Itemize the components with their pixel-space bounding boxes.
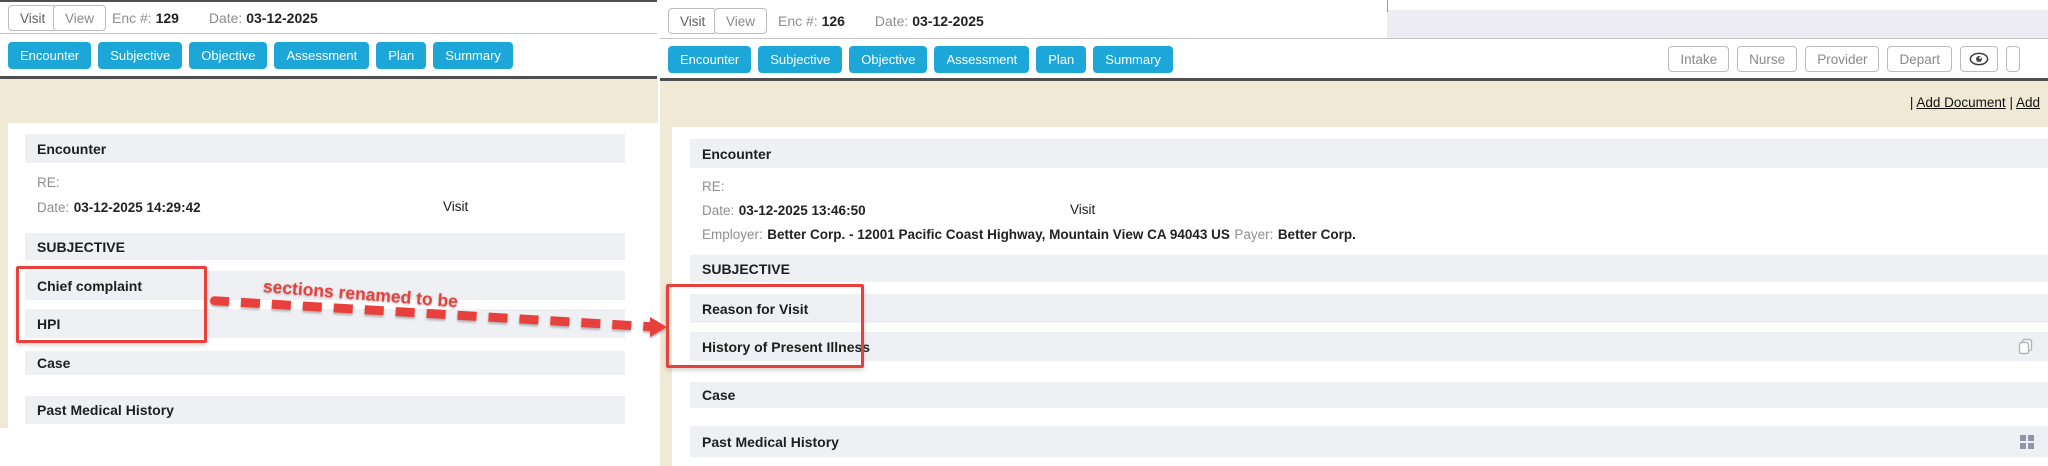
section-pmh[interactable]: Past Medical History [25, 396, 625, 424]
section-case[interactable]: Case [690, 382, 2048, 408]
visit-button[interactable]: Visit [668, 8, 717, 34]
date-row: Date: 03-12-2025 13:46:50 Visit [702, 202, 1902, 220]
section-case[interactable]: Case [25, 351, 625, 375]
beige-strip [0, 79, 658, 123]
toolbar-divider [660, 38, 2048, 39]
tab-objective[interactable]: Objective [189, 42, 267, 69]
tab-summary[interactable]: Summary [1093, 46, 1173, 73]
annotation-arrow-head [650, 317, 667, 337]
tab-plan[interactable]: Plan [1036, 46, 1086, 73]
tab-assessment[interactable]: Assessment [274, 42, 369, 69]
payer-label: Payer: [1234, 227, 1273, 242]
add-link[interactable]: Add [2016, 95, 2040, 110]
enc-date-value: 03-12-2025 [912, 13, 984, 29]
employer-row: Employer: Better Corp. - 12001 Pacific C… [702, 226, 2022, 244]
enc-date-label: Date: [209, 10, 242, 26]
section-encounter[interactable]: Encounter [25, 134, 625, 163]
encounter-meta: Enc #: 129 Date: 03-12-2025 [112, 10, 344, 26]
depart-button[interactable]: Depart [1887, 46, 1952, 72]
provider-button[interactable]: Provider [1805, 46, 1879, 72]
header-gray-block [1387, 10, 2048, 38]
tab-summary[interactable]: Summary [433, 42, 513, 69]
header-divider-vertical [1387, 0, 1388, 12]
payer-value: Better Corp. [1278, 227, 1356, 242]
tab-subjective[interactable]: Subjective [758, 46, 842, 73]
left-top-border [0, 0, 657, 2]
enc-date-value: 03-12-2025 [246, 10, 318, 26]
encounter-meta: Enc #: 126 Date: 03-12-2025 [778, 13, 1010, 29]
visit-button[interactable]: Visit [8, 5, 57, 31]
enc-number-value: 126 [822, 13, 845, 29]
toolbar-divider [0, 33, 657, 34]
section-reason-for-visit[interactable]: Reason for Visit [690, 294, 2048, 323]
workflow-buttons: Intake Nurse Provider Depart [1668, 46, 2020, 72]
date-value: 03-12-2025 14:29:42 [74, 200, 201, 215]
tab-subjective[interactable]: Subjective [98, 42, 182, 69]
section-encounter[interactable]: Encounter [690, 139, 2048, 168]
tab-objective[interactable]: Objective [849, 46, 927, 73]
note-tabs: Encounter Subjective Objective Assessmen… [8, 42, 513, 69]
date-label: Date: [702, 203, 734, 218]
beige-gutter [0, 123, 8, 428]
document-links: | Add Document | Add [1910, 95, 2040, 110]
visit-type: Visit [443, 199, 468, 214]
enc-date-label: Date: [875, 13, 908, 29]
tab-assessment[interactable]: Assessment [934, 46, 1029, 73]
date-value: 03-12-2025 13:46:50 [739, 203, 866, 218]
section-subjective[interactable]: SUBJECTIVE [690, 255, 2048, 282]
preview-eye-button[interactable] [1960, 46, 1998, 72]
section-label: Past Medical History [702, 434, 839, 450]
renamed-sections-highlight-left [16, 266, 207, 343]
view-button[interactable]: View [714, 8, 767, 34]
date-row: Date: 03-12-2025 14:29:42 Visit [37, 199, 617, 217]
re-label: RE: [37, 175, 60, 190]
copy-icon[interactable] [2017, 338, 2034, 355]
eye-icon [1969, 52, 1989, 66]
section-history-of-present-illness[interactable]: History of Present Illness [690, 332, 2048, 361]
note-tabs: Encounter Subjective Objective Assessmen… [668, 46, 1173, 73]
section-pmh[interactable]: Past Medical History [690, 426, 2048, 457]
enc-number-label: Enc #: [112, 10, 152, 26]
view-button[interactable]: View [53, 5, 106, 31]
link-separator: | [1910, 95, 1914, 110]
visit-type: Visit [1070, 202, 1095, 217]
tab-encounter[interactable]: Encounter [668, 46, 751, 73]
tab-plan[interactable]: Plan [376, 42, 426, 69]
grid-drag-handle-icon[interactable] [2020, 435, 2034, 449]
partial-button[interactable] [2006, 46, 2020, 72]
re-label: RE: [702, 179, 725, 194]
employer-label: Employer: [702, 227, 763, 242]
tab-encounter[interactable]: Encounter [8, 42, 91, 69]
left-encounter-panel: Visit View Enc #: 129 Date: 03-12-2025 E… [0, 0, 658, 466]
employer-value: Better Corp. - 12001 Pacific Coast Highw… [767, 227, 1230, 242]
date-label: Date: [37, 200, 69, 215]
renamed-sections-highlight-right [666, 284, 864, 368]
intake-button[interactable]: Intake [1668, 46, 1729, 72]
enc-number-value: 129 [156, 10, 179, 26]
section-subjective[interactable]: SUBJECTIVE [25, 233, 625, 260]
add-document-link[interactable]: Add Document [1916, 95, 2005, 110]
link-separator: | [2009, 95, 2013, 110]
nurse-button[interactable]: Nurse [1737, 46, 1797, 72]
enc-number-label: Enc #: [778, 13, 818, 29]
right-encounter-panel: Visit View Enc #: 126 Date: 03-12-2025 E… [660, 0, 2048, 466]
